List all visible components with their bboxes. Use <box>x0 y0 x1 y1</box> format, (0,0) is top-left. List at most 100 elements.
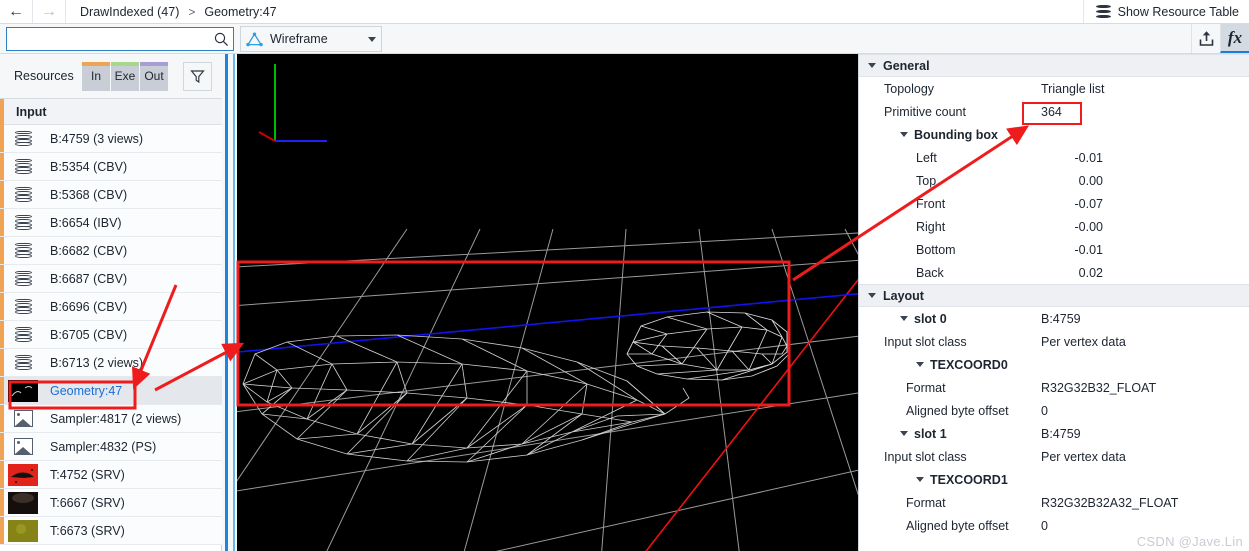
resource-row[interactable]: B:6705 (CBV) <box>0 321 222 349</box>
resources-header: Resources In Exe Out <box>0 54 222 99</box>
chevron-down-icon <box>900 132 908 137</box>
filter-button[interactable] <box>183 61 212 91</box>
fx-button[interactable]: fx <box>1220 24 1249 53</box>
prop-bbox-key: Front <box>916 196 946 211</box>
row-accent-bar <box>0 153 4 180</box>
row-accent-bar <box>0 405 4 432</box>
search-box[interactable] <box>6 27 234 51</box>
resource-row[interactable]: T:6673 (SRV) <box>0 517 222 545</box>
toolbar: Wireframe fx <box>0 24 1249 54</box>
x-axis-line <box>645 278 858 551</box>
panel-splitter[interactable] <box>222 54 237 551</box>
slot-input-class: Input slot class Per vertex data <box>859 330 1249 353</box>
search-icon[interactable] <box>211 28 231 50</box>
resource-row[interactable]: B:4759 (3 views) <box>0 125 222 153</box>
prop-primitive-count-key: Primitive count <box>884 104 966 119</box>
axis-gizmo <box>258 64 327 142</box>
resource-list[interactable]: B:4759 (3 views) B:5354 (CBV) B:5368 (CBV)… <box>0 125 222 551</box>
slot-input-class-value: Per vertex data <box>1041 334 1126 349</box>
resource-row-label: Sampler:4832 (PS) <box>50 439 157 454</box>
prop-bbox-value: -0.01 <box>1074 150 1104 165</box>
bounding-box-header[interactable]: Bounding box <box>859 123 1249 146</box>
slot-format-key: Format <box>906 495 946 510</box>
resource-row[interactable]: B:6654 (IBV) <box>0 209 222 237</box>
sampler-icon <box>8 436 38 458</box>
layout-group-header[interactable]: Layout <box>859 284 1249 307</box>
bounding-box-label: Bounding box <box>914 127 999 142</box>
row-accent-bar <box>0 265 4 292</box>
slot-buffer: B:4759 <box>1041 426 1081 441</box>
row-accent-bar <box>0 461 4 488</box>
slot-offset-value: 0 <box>1041 518 1048 533</box>
back-button[interactable]: ← <box>0 0 33 23</box>
resource-row-label: B:6682 (CBV) <box>50 243 128 258</box>
resource-row-label: B:6654 (IBV) <box>50 215 122 230</box>
display-mode-label: Wireframe <box>270 32 328 46</box>
mesh-render <box>237 64 858 551</box>
slot-name: slot 0 <box>914 311 947 326</box>
chevron-down-icon <box>868 63 876 68</box>
resource-row[interactable]: B:5354 (CBV) <box>0 153 222 181</box>
layers-stack-icon <box>1095 5 1111 18</box>
arrow-left-icon: ← <box>8 2 24 20</box>
segment-out[interactable]: Out <box>140 61 169 91</box>
display-mode-dropdown[interactable]: Wireframe <box>240 26 382 52</box>
row-accent-bar <box>0 517 4 544</box>
segment-in[interactable]: In <box>82 61 111 91</box>
chevron-down-icon <box>900 316 908 321</box>
slot-semantic-header[interactable]: TEXCOORD0 <box>859 353 1249 376</box>
prop-bbox-key: Left <box>916 150 937 165</box>
export-button[interactable] <box>1191 24 1220 53</box>
export-upload-icon <box>1199 31 1213 46</box>
segment-exe[interactable]: Exe <box>111 61 140 91</box>
bounding-box-rows: Left -0.01 Top 0.00 Front -0.07 Right -0.00 Bott… <box>859 146 1249 284</box>
top-breadcrumb-bar: ← → DrawIndexed (47) > Geometry:47 Show … <box>0 0 1249 24</box>
row-accent-bar <box>0 433 4 460</box>
resource-row-label: B:5354 (CBV) <box>50 159 128 174</box>
slot-semantic-header[interactable]: TEXCOORD1 <box>859 468 1249 491</box>
splitter-bar[interactable] <box>225 54 228 551</box>
resource-row[interactable]: Sampler:4817 (2 views) <box>0 405 222 433</box>
slot-buffer: B:4759 <box>1041 311 1081 326</box>
input-section-header: Input <box>0 98 222 125</box>
resource-row[interactable]: T:4752 (SRV) <box>0 461 222 489</box>
resource-row[interactable]: B:5368 (CBV) <box>0 181 222 209</box>
fx-label: fx <box>1227 27 1243 47</box>
slot-header[interactable]: slot 1 B:4759 <box>859 422 1249 445</box>
slot-input-class-value: Per vertex data <box>1041 449 1126 464</box>
slot-format-value: R32G32B32A32_FLOAT <box>1041 495 1179 510</box>
prop-bbox-top: Top 0.00 <box>859 169 1249 192</box>
row-accent-bar <box>0 209 4 236</box>
chevron-down-icon <box>916 362 924 367</box>
slot-header[interactable]: slot 0 B:4759 <box>859 307 1249 330</box>
resource-row[interactable]: B:6682 (CBV) <box>0 237 222 265</box>
resource-row[interactable]: Geometry:47 <box>0 377 222 405</box>
buffer-icon <box>8 184 38 206</box>
general-group-header[interactable]: General <box>859 54 1249 77</box>
resource-row[interactable]: B:6713 (2 views) <box>0 349 222 377</box>
prop-primitive-count-value: 364 <box>1041 104 1062 119</box>
resource-row-label: T:6673 (SRV) <box>50 523 125 538</box>
prop-bbox-key: Back <box>916 265 944 280</box>
forward-button[interactable]: → <box>33 0 66 23</box>
prop-bbox-back: Back 0.02 <box>859 261 1249 284</box>
search-input[interactable] <box>7 29 211 49</box>
resource-row[interactable]: B:6696 (CBV) <box>0 293 222 321</box>
mesh-viewport[interactable] <box>237 54 858 551</box>
resource-row[interactable]: B:6687 (CBV) <box>0 265 222 293</box>
breadcrumb-item-geometry[interactable]: Geometry:47 <box>204 5 276 19</box>
buffer-icon <box>8 324 38 346</box>
show-resource-table-button[interactable]: Show Resource Table <box>1082 0 1249 23</box>
breadcrumb-item-draw[interactable]: DrawIndexed (47) <box>80 5 179 19</box>
resource-row[interactable]: T:6667 (SRV) <box>0 489 222 517</box>
segment-in-label: In <box>90 69 101 83</box>
chevron-down-icon <box>900 431 908 436</box>
resource-row-label: B:6696 (CBV) <box>50 299 128 314</box>
resource-row[interactable]: Sampler:4832 (PS) <box>0 433 222 461</box>
buffer-icon <box>8 128 38 150</box>
prop-bbox-right: Right -0.00 <box>859 215 1249 238</box>
properties-panel: General Topology Triangle list Primitive… <box>858 54 1249 551</box>
breadcrumb: DrawIndexed (47) > Geometry:47 <box>66 5 277 19</box>
slot-format: Format R32G32B32A32_FLOAT <box>859 491 1249 514</box>
splitter-scrollbar[interactable] <box>233 54 235 551</box>
